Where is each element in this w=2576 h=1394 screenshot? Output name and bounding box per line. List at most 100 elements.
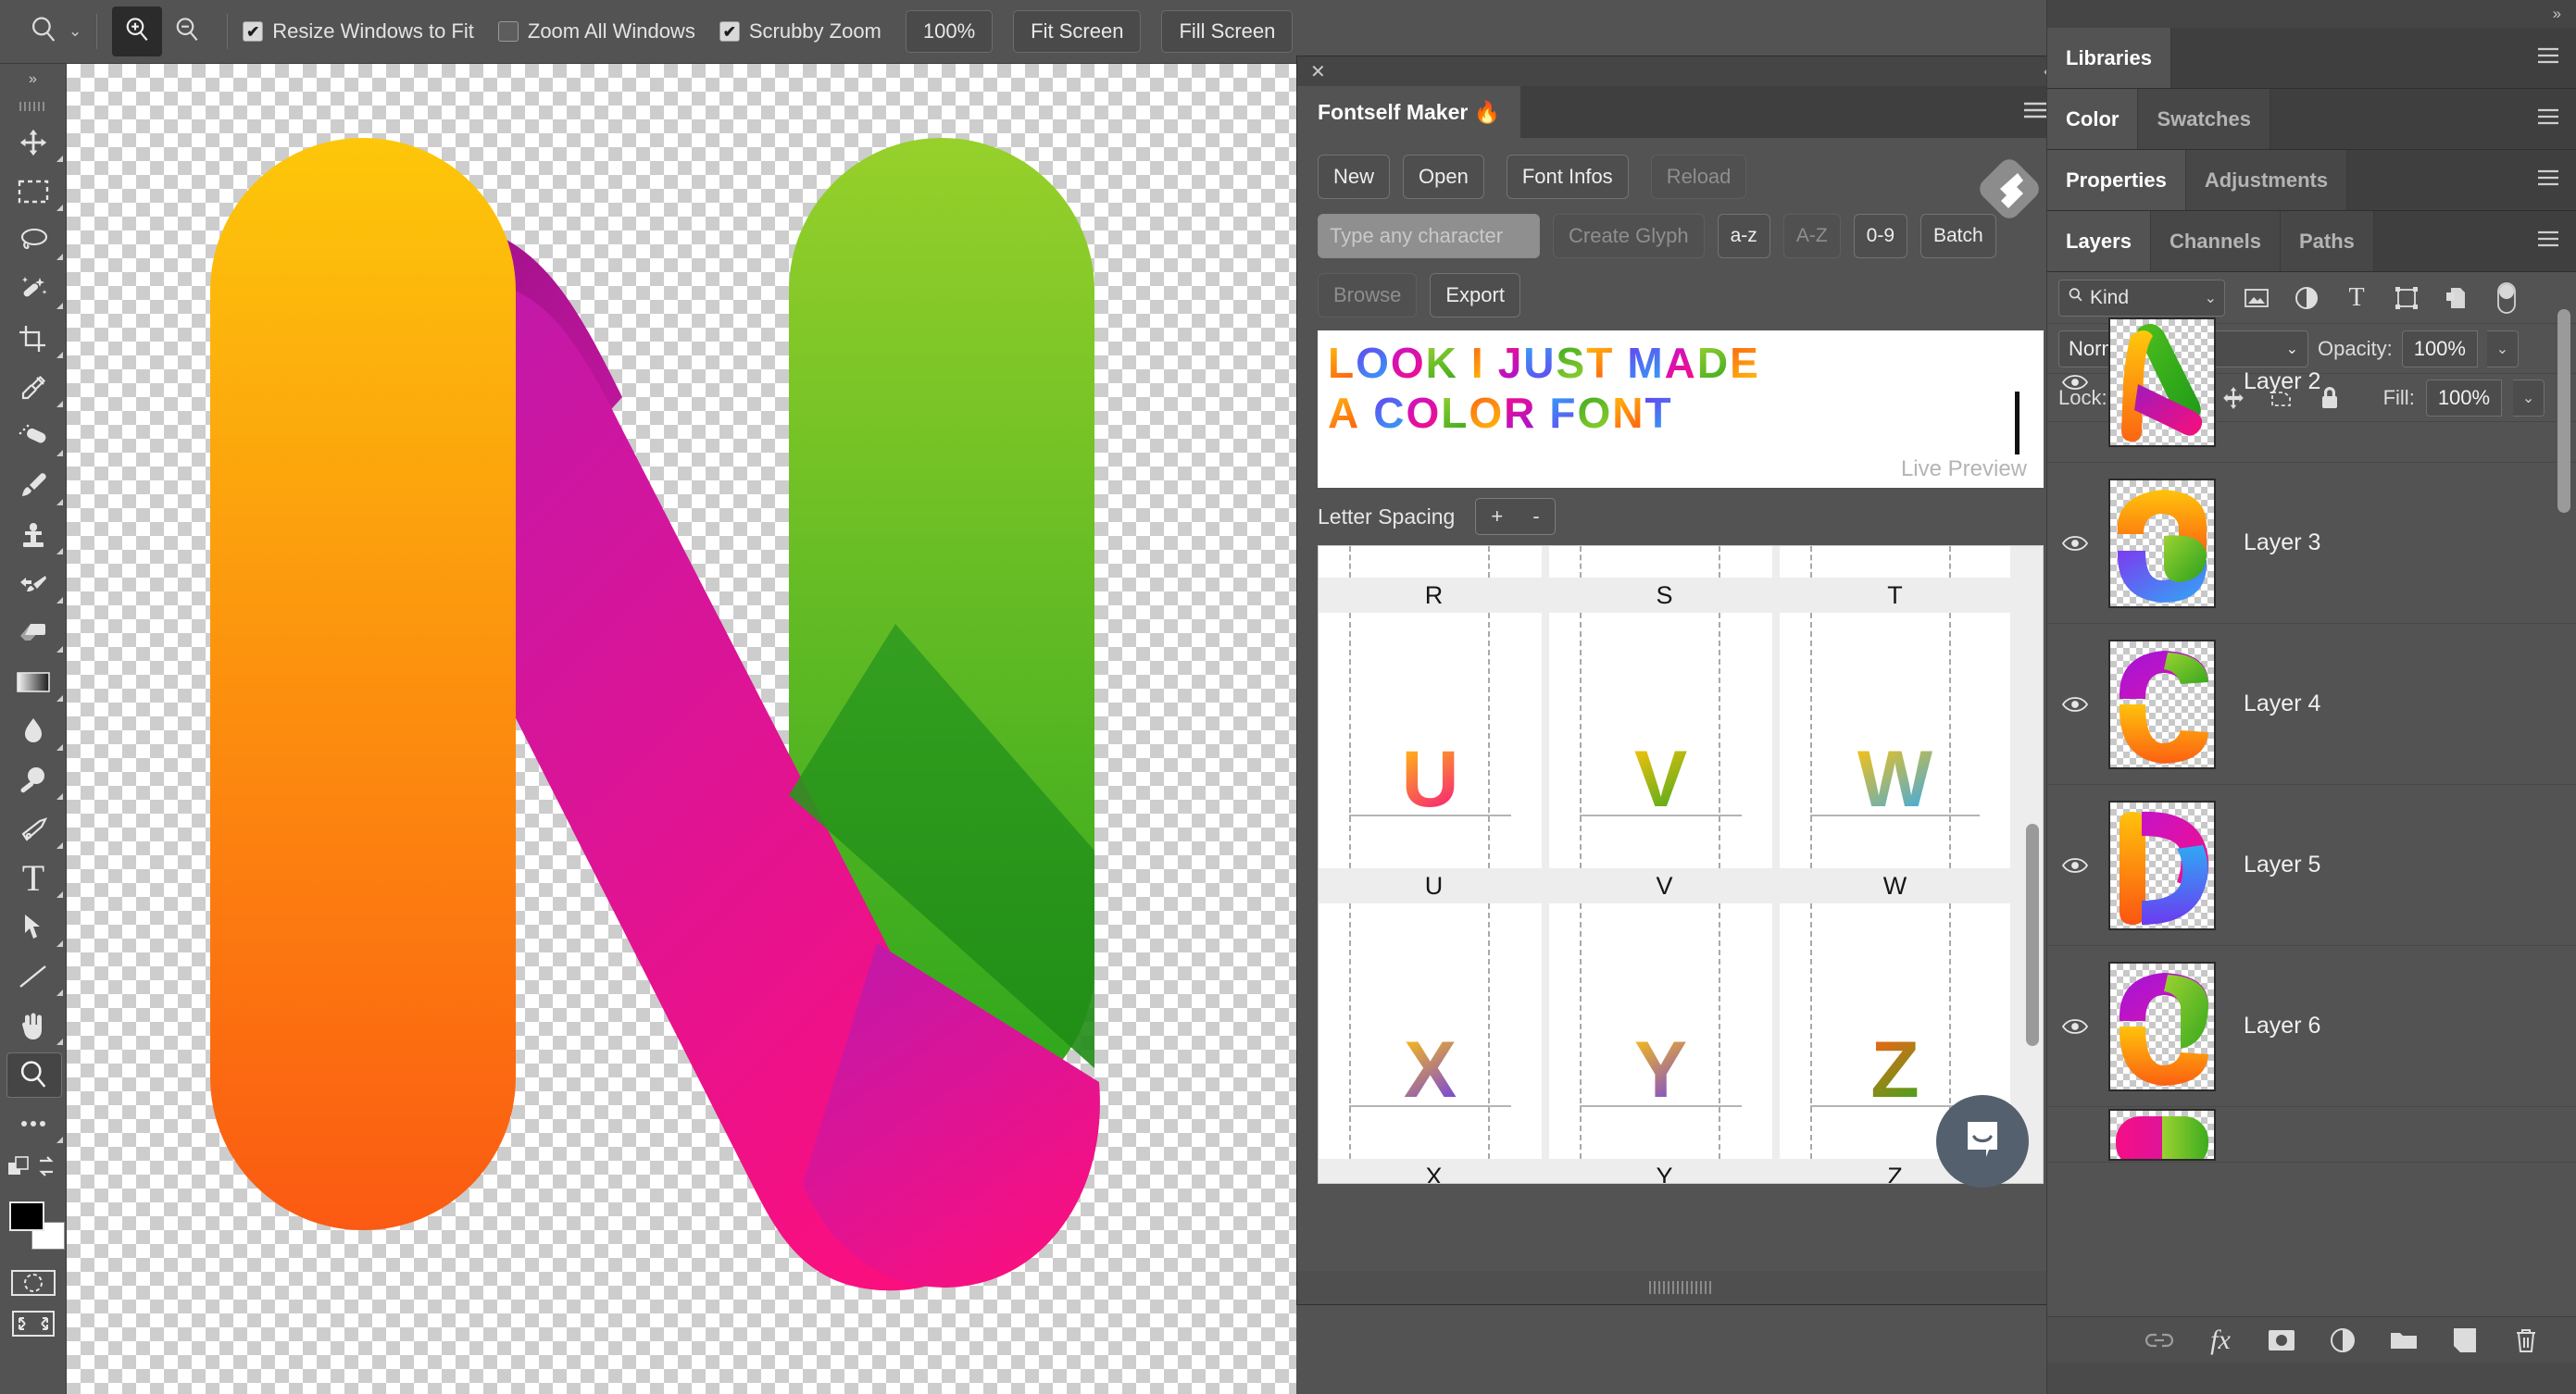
glyph-character-input[interactable]: Type any character xyxy=(1318,214,1540,258)
layer-name[interactable]: Layer 6 xyxy=(2244,1013,2320,1039)
tab-layers[interactable]: Layers xyxy=(2047,211,2151,271)
table-row[interactable]: Layer 3 xyxy=(2047,463,2576,624)
foreground-color-swatch[interactable] xyxy=(9,1201,44,1231)
screen-mode-button[interactable] xyxy=(0,1303,67,1344)
layer-visibility-toggle[interactable] xyxy=(2047,535,2103,552)
layer-visibility-toggle[interactable] xyxy=(2047,374,2103,391)
browse-button[interactable]: Browse xyxy=(1318,273,1418,317)
healing-brush-tool[interactable] xyxy=(0,412,67,461)
scrubby-zoom-checkbox[interactable]: ✔ Scrubby Zoom xyxy=(719,19,882,44)
properties-panel-menu-button[interactable] xyxy=(2537,150,2576,210)
chevron-down-icon[interactable]: ⌄ xyxy=(69,22,81,41)
new-layer-icon[interactable] xyxy=(2446,1322,2483,1359)
toolbar-grip[interactable] xyxy=(0,95,66,118)
letter-spacing-increase-button[interactable]: + xyxy=(1476,504,1518,529)
color-swatches[interactable] xyxy=(0,1196,67,1263)
layer-name[interactable]: Layer 2 xyxy=(2244,368,2320,395)
tab-swatches[interactable]: Swatches xyxy=(2138,89,2270,149)
digits-button[interactable]: 0-9 xyxy=(1853,214,1907,258)
layer-visibility-toggle[interactable] xyxy=(2047,857,2103,874)
fill-screen-button[interactable]: Fill Screen xyxy=(1161,10,1294,53)
dock-collapse-button[interactable]: ›› xyxy=(2047,0,2576,28)
layers-panel-menu-button[interactable] xyxy=(2537,211,2576,271)
active-tool-preset[interactable]: ⌄ xyxy=(28,14,81,50)
delete-layer-icon[interactable] xyxy=(2507,1322,2545,1359)
toolbar-collapse-button[interactable]: » xyxy=(0,64,66,95)
adjustment-layer-icon[interactable] xyxy=(2324,1322,2361,1359)
glyph-grid-scrollbar[interactable] xyxy=(2026,824,2039,1046)
layer-visibility-toggle[interactable] xyxy=(2047,696,2103,713)
eraser-tool[interactable] xyxy=(0,608,67,657)
layer-mask-icon[interactable] xyxy=(2263,1322,2300,1359)
layer-name[interactable]: Layer 4 xyxy=(2244,691,2320,717)
rectangular-marquee-tool[interactable] xyxy=(0,167,67,216)
line-shape-tool[interactable] xyxy=(0,952,67,1001)
layer-name[interactable]: Layer 5 xyxy=(2244,852,2320,878)
object-selection-tool[interactable] xyxy=(0,265,67,314)
resize-windows-to-fit-checkbox[interactable]: ✔ Resize Windows to Fit xyxy=(243,19,474,44)
libraries-panel-menu-button[interactable] xyxy=(2537,28,2576,88)
tab-channels[interactable]: Channels xyxy=(2150,211,2281,271)
new-font-button[interactable]: New xyxy=(1318,155,1391,199)
glyph-cell-w[interactable]: W xyxy=(1780,613,2010,868)
layer-style-fx-icon[interactable]: fx xyxy=(2202,1322,2239,1359)
font-infos-button[interactable]: Font Infos xyxy=(1506,155,1629,199)
fontself-panel-resize-grip[interactable] xyxy=(1297,1271,2066,1304)
letter-spacing-decrease-button[interactable]: - xyxy=(1518,504,1554,529)
live-preview-area[interactable]: LOOK I JUST MADE A COLOR FONT Live Previ… xyxy=(1318,330,2044,488)
history-brush-tool[interactable] xyxy=(0,559,67,608)
zoom-all-windows-checkbox[interactable]: Zoom All Windows xyxy=(497,19,695,44)
glyph-cell-u[interactable]: U xyxy=(1319,613,1549,868)
eyedropper-tool[interactable] xyxy=(0,363,67,412)
hand-tool[interactable] xyxy=(0,1001,67,1050)
quick-mask-button[interactable] xyxy=(0,1263,67,1303)
path-selection-tool[interactable] xyxy=(0,902,67,952)
tab-adjustments[interactable]: Adjustments xyxy=(2185,150,2348,210)
fit-screen-button[interactable]: Fit Screen xyxy=(1013,10,1142,53)
document-canvas[interactable] xyxy=(67,64,1296,1394)
glyph-cell[interactable] xyxy=(1549,546,1780,578)
glyph-grid[interactable]: R S T U V W U V W X Y Z X Y Z xyxy=(1318,545,2044,1184)
chat-support-button[interactable] xyxy=(1936,1095,2029,1188)
glyph-cell-y[interactable]: Y xyxy=(1549,903,1780,1159)
glyph-cell-v[interactable]: V xyxy=(1549,613,1780,868)
lasso-tool[interactable] xyxy=(0,216,67,265)
table-row[interactable]: Layer 6 xyxy=(2047,946,2576,1107)
new-group-icon[interactable] xyxy=(2385,1322,2422,1359)
table-row[interactable]: Layer 4 xyxy=(2047,624,2576,785)
open-font-button[interactable]: Open xyxy=(1403,155,1484,199)
gradient-tool[interactable] xyxy=(0,657,67,706)
glyph-cell[interactable] xyxy=(1319,546,1549,578)
blur-tool[interactable] xyxy=(0,706,67,755)
clone-stamp-tool[interactable] xyxy=(0,510,67,559)
dodge-tool[interactable] xyxy=(0,755,67,804)
move-tool[interactable] xyxy=(0,118,67,167)
crop-tool[interactable] xyxy=(0,314,67,363)
default-colors-and-swap[interactable] xyxy=(0,1148,67,1189)
zoom-out-button[interactable] xyxy=(162,6,212,56)
create-glyph-button[interactable]: Create Glyph xyxy=(1553,214,1705,258)
table-row[interactable]: Layer 2 xyxy=(2047,302,2576,463)
tab-libraries[interactable]: Libraries xyxy=(2047,28,2171,88)
export-button[interactable]: Export xyxy=(1430,273,1520,317)
glyph-cell[interactable] xyxy=(1780,546,2010,578)
layer-name[interactable]: Layer 3 xyxy=(2244,529,2320,556)
layer-visibility-toggle[interactable] xyxy=(2047,1018,2103,1035)
tab-properties[interactable]: Properties xyxy=(2047,150,2186,210)
tab-color[interactable]: Color xyxy=(2047,89,2139,149)
link-layers-icon[interactable] xyxy=(2141,1322,2178,1359)
lowercase-az-button[interactable]: a-z xyxy=(1717,214,1770,258)
type-tool[interactable]: T xyxy=(0,853,67,902)
brush-tool[interactable] xyxy=(0,461,67,510)
pen-tool[interactable] xyxy=(0,804,67,853)
layers-list[interactable]: Layer 2 Layer 3 Layer 4 Layer 5 Layer 6 xyxy=(2047,302,2576,1316)
table-row[interactable]: Layer 5 xyxy=(2047,785,2576,946)
glyph-cell-x[interactable]: X xyxy=(1319,903,1549,1159)
zoom-tool[interactable] xyxy=(0,1050,67,1099)
tab-fontself-maker[interactable]: Fontself Maker 🔥 xyxy=(1297,86,1521,138)
tab-paths[interactable]: Paths xyxy=(2280,211,2374,271)
close-icon[interactable]: ✕ xyxy=(1310,60,1326,83)
uppercase-az-button[interactable]: A-Z xyxy=(1782,214,1841,258)
zoom-in-button[interactable] xyxy=(112,6,163,56)
layers-scrollbar[interactable] xyxy=(2557,309,2570,513)
